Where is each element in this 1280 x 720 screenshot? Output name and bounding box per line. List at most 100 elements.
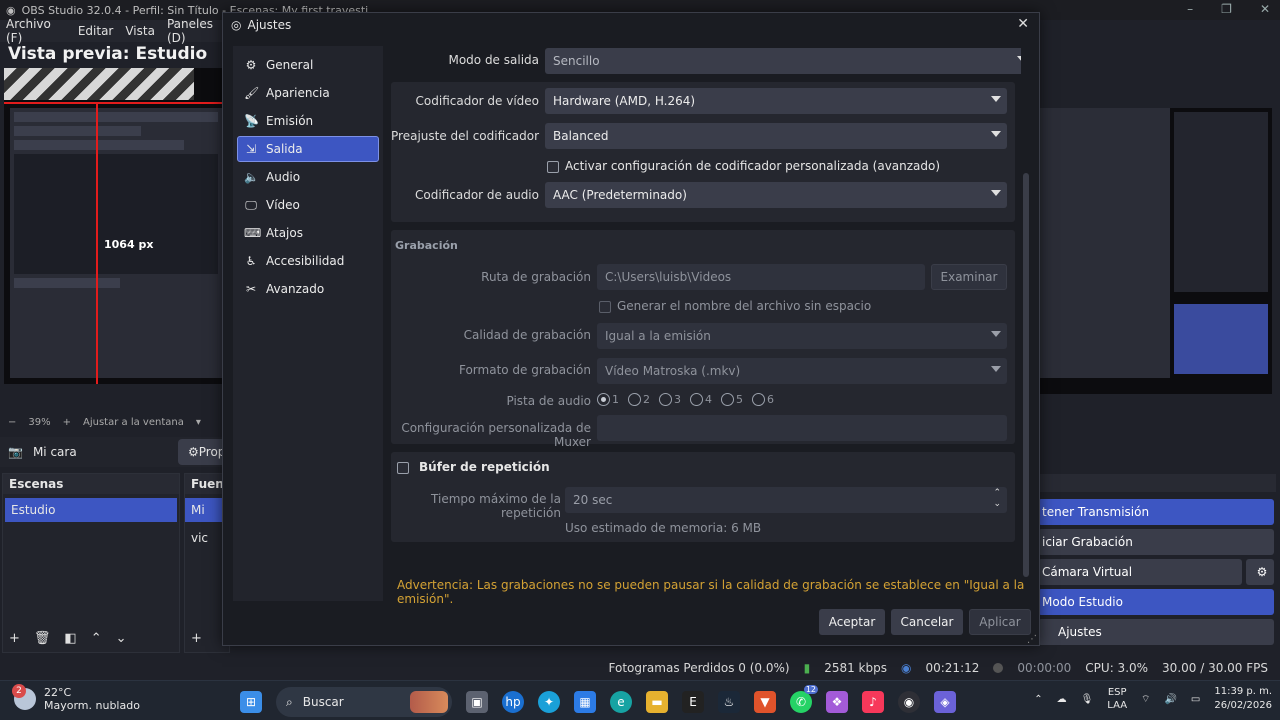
nav-item-audio[interactable]: 🔈 Audio xyxy=(237,164,379,190)
chevron-down-icon[interactable]: ▾ xyxy=(196,417,201,428)
audio-track-radio[interactable]: 1 xyxy=(597,393,619,406)
microphone-icon[interactable]: 🎙 xyxy=(1081,694,1094,705)
recording-path-input[interactable]: C:\Users\luisb\Videos xyxy=(597,264,925,290)
accept-button[interactable]: Aceptar xyxy=(819,609,885,635)
studio-mode-button[interactable]: Modo Estudio xyxy=(1038,589,1274,615)
audio-track-radio[interactable]: 5 xyxy=(721,393,743,406)
epic-games-icon[interactable]: E xyxy=(682,691,704,713)
recording-quality-select[interactable]: Igual a la emisión xyxy=(597,323,1007,349)
music-icon[interactable]: ♪ xyxy=(862,691,884,713)
clock[interactable]: 11:39 p. m. 26/02/2026 xyxy=(1214,685,1272,713)
no-space-filename-checkbox[interactable] xyxy=(599,301,611,313)
menu-paneles[interactable]: Paneles (D) xyxy=(167,17,230,45)
folder-icon[interactable]: ▬ xyxy=(646,691,668,713)
chevron-up-icon[interactable]: ⌃ xyxy=(1034,694,1042,705)
fit-window-label[interactable]: Ajustar a la ventana xyxy=(83,417,184,428)
scene-item[interactable]: Estudio xyxy=(5,498,177,522)
replay-buffer-checkbox[interactable] xyxy=(397,462,409,474)
taskbar-search[interactable]: ⌕ Buscar xyxy=(276,687,452,717)
nav-item-emision[interactable]: 📡 Emisión xyxy=(237,108,379,134)
store-icon[interactable]: ▦ xyxy=(574,691,596,713)
copilot-icon[interactable]: ❖ xyxy=(826,691,848,713)
hp-icon[interactable]: hp xyxy=(502,691,524,713)
volume-icon[interactable]: 🔊 xyxy=(1164,694,1176,705)
nav-item-apariencia[interactable]: 🖌 Apariencia xyxy=(237,80,379,106)
battery-icon[interactable]: ▭ xyxy=(1191,694,1200,705)
add-scene-icon[interactable]: + xyxy=(9,631,20,646)
track-number: 1 xyxy=(612,393,619,406)
menu-archivo[interactable]: Archivo (F) xyxy=(6,17,66,45)
audio-encoder-select[interactable]: AAC (Predeterminado) xyxy=(545,182,1007,208)
output-mode-select[interactable]: Sencillo xyxy=(545,48,1021,74)
nav-item-video[interactable]: 🖵 Vídeo xyxy=(237,192,379,218)
steam-icon[interactable]: ♨ xyxy=(718,691,740,713)
filter-icon[interactable]: ◧ xyxy=(64,631,76,646)
properties-button[interactable]: ⚙ Prop xyxy=(178,439,228,465)
preview-canvas[interactable]: 1064 px xyxy=(4,68,222,384)
muxer-input[interactable] xyxy=(597,415,1007,441)
nav-item-avanzado[interactable]: ✂ Avanzado xyxy=(237,276,379,302)
spin-down-icon[interactable]: ⌄ xyxy=(993,499,1001,509)
nav-item-general[interactable]: ⚙ General xyxy=(237,52,379,78)
replay-max-time-spinbox[interactable]: 20 sec ⌃ ⌄ xyxy=(565,487,1007,513)
chevron-down-icon xyxy=(991,331,1001,337)
lang-top: ESP xyxy=(1107,687,1127,698)
maximize-icon[interactable]: ❐ xyxy=(1221,2,1232,16)
recording-path-label: Ruta de grabación xyxy=(481,270,591,284)
resize-grip-icon[interactable]: ⋰ xyxy=(1027,634,1037,645)
obs-taskbar-icon[interactable]: ◉ xyxy=(898,691,920,713)
camera-icon: 📷 xyxy=(8,445,23,459)
edge-icon[interactable]: e xyxy=(610,691,632,713)
recording-format-select[interactable]: Vídeo Matroska (.mkv) xyxy=(597,358,1007,384)
language-indicator[interactable]: ESP LAA xyxy=(1107,686,1127,712)
close-icon[interactable]: ✕ xyxy=(1017,16,1029,32)
nav-item-salida[interactable]: ⇲ Salida xyxy=(237,136,379,162)
video-encoder-select[interactable]: Hardware (AMD, H.264) xyxy=(545,88,1007,114)
trash-icon[interactable]: 🗑 xyxy=(34,631,51,646)
settings-nav: ⚙ General 🖌 Apariencia 📡 Emisión ⇲ Salida 🔈 A… xyxy=(233,46,383,601)
nav-label: Vídeo xyxy=(266,198,300,212)
menu-editar[interactable]: Editar xyxy=(78,24,114,38)
lang-bottom: LAA xyxy=(1107,700,1128,711)
move-down-icon[interactable]: ⌄ xyxy=(116,631,127,646)
virtual-camera-settings-gear-icon[interactable]: ⚙ xyxy=(1246,559,1274,585)
start-recording-button[interactable]: iciar Grabación xyxy=(1038,529,1274,555)
add-source-icon[interactable]: + xyxy=(191,631,202,646)
move-up-icon[interactable]: ⌃ xyxy=(91,631,102,646)
encoder-preset-select[interactable]: Balanced xyxy=(545,123,1007,149)
nav-item-atajos[interactable]: ⌨ Atajos xyxy=(237,220,379,246)
audio-track-radio[interactable]: 6 xyxy=(752,393,774,406)
cloud-sync-icon[interactable]: ☁ xyxy=(1057,694,1067,705)
weather-widget[interactable]: 2 22°C Mayorm. nublado xyxy=(12,684,140,712)
app-icon[interactable]: ◈ xyxy=(934,691,956,713)
custom-encoder-checkbox[interactable] xyxy=(547,161,559,173)
settings-button[interactable]: Ajustes xyxy=(1038,619,1274,645)
zoom-in-icon[interactable]: + xyxy=(63,417,71,428)
brave-icon[interactable]: ▼ xyxy=(754,691,776,713)
content-scrollbar[interactable] xyxy=(1023,173,1029,577)
search-label: Buscar xyxy=(302,695,344,709)
menu-vista[interactable]: Vista xyxy=(125,24,155,38)
wifi-icon[interactable]: ⌔ xyxy=(1141,693,1150,706)
nav-item-accesibilidad[interactable]: ♿ Accesibilidad xyxy=(237,248,379,274)
spin-up-icon[interactable]: ⌃ xyxy=(993,488,1001,498)
edge-copilot-icon[interactable]: ✦ xyxy=(538,691,560,713)
zoom-out-icon[interactable]: − xyxy=(8,417,16,428)
audio-track-radio[interactable]: 2 xyxy=(628,393,650,406)
replay-buffer-title: Búfer de repetición xyxy=(419,460,550,474)
task-view-icon[interactable]: ▣ xyxy=(466,691,488,713)
weather-badge: 2 xyxy=(12,684,26,698)
whatsapp-icon[interactable]: ✆ 12 xyxy=(790,685,818,713)
chevron-down-icon xyxy=(1017,56,1021,62)
cancel-button[interactable]: Cancelar xyxy=(891,609,963,635)
audio-track-radio[interactable]: 4 xyxy=(690,393,712,406)
start-stream-button[interactable]: tener Transmisión xyxy=(1038,499,1274,525)
browse-button[interactable]: Examinar xyxy=(931,264,1007,290)
recording-group: Grabación Ruta de grabación C:\Users\lui… xyxy=(391,230,1015,449)
virtual-camera-button[interactable]: Cámara Virtual xyxy=(1038,559,1242,585)
minimize-icon[interactable]: – xyxy=(1187,2,1193,16)
windows-start-icon[interactable]: ⊞ xyxy=(240,691,262,713)
apply-button[interactable]: Aplicar xyxy=(969,609,1031,635)
close-window-icon[interactable]: ✕ xyxy=(1260,2,1270,16)
audio-track-radio[interactable]: 3 xyxy=(659,393,681,406)
